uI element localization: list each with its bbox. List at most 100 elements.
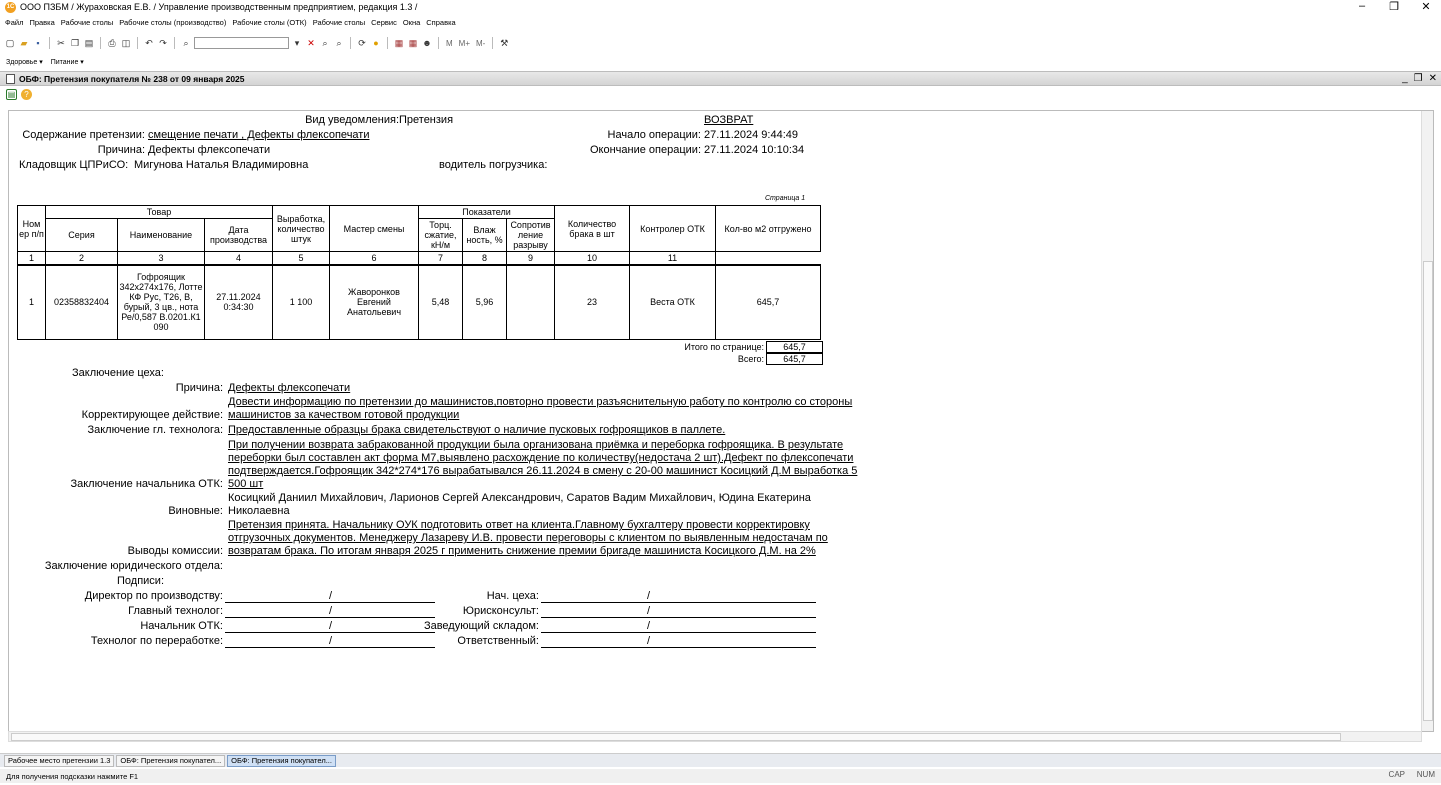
health-menu[interactable]: Здоровье ▾ xyxy=(6,58,43,66)
tools-icon[interactable]: ⚒ xyxy=(498,37,510,49)
toolbar-separator xyxy=(49,37,50,49)
print-preview-icon[interactable]: ◫ xyxy=(120,37,132,49)
document-title: ОБФ: Претензия покупателя № 238 от 09 ян… xyxy=(19,73,245,84)
open-folder-icon[interactable]: ▰ xyxy=(18,37,30,49)
menu-desktops-2[interactable]: Рабочие столы xyxy=(313,18,365,27)
doc-restore-button[interactable]: ❐ xyxy=(1414,73,1423,84)
col-header-moist: Влаж ность, % xyxy=(462,218,507,252)
close-button[interactable]: ✕ xyxy=(1419,0,1433,13)
total-value: 645,7 xyxy=(766,353,823,365)
undo-icon[interactable]: ↶ xyxy=(143,37,155,49)
cell-moist: 5,96 xyxy=(462,264,507,340)
sign-slash: / xyxy=(647,635,651,647)
cell-series: 02358832404 xyxy=(45,264,118,340)
task-claims-workplace[interactable]: Рабочее место претензии 1.3 xyxy=(4,754,115,767)
sign-responsible-label: Ответственный: xyxy=(457,635,539,647)
document-titlebar: ОБФ: Претензия покупателя № 238 от 09 ян… xyxy=(0,71,1441,86)
users-icon[interactable]: ☻ xyxy=(421,37,433,49)
sign-line xyxy=(541,647,816,648)
task-claim-doc-2[interactable]: ОБФ: Претензия покупател... xyxy=(227,754,336,767)
col-number: 3 xyxy=(117,251,205,266)
sign-slash: / xyxy=(647,590,651,602)
op-start-label: Начало операции: xyxy=(607,129,701,141)
cell-resist xyxy=(506,264,555,340)
print-report-icon[interactable]: ▤ xyxy=(6,89,17,100)
task-label: ОБФ: Претензия покупател... xyxy=(231,756,332,765)
claim-content-value: смещение печати , Дефекты флексопечати xyxy=(148,129,370,141)
sign-lawyer-label: Юрисконсульт: xyxy=(462,605,539,617)
storekeeper-value: Мигунова Наталья Владимировна xyxy=(134,159,309,171)
find-prev-icon[interactable]: ⌕ xyxy=(333,37,345,49)
status-bar: Для получения подсказки нажмите F1 CAP N… xyxy=(0,769,1441,783)
copy-icon[interactable]: ❐ xyxy=(69,37,81,49)
food-menu[interactable]: Питание ▾ xyxy=(51,58,84,66)
window-taskbar: Рабочее место претензии 1.3 ОБФ: Претенз… xyxy=(0,753,1441,767)
memory-plus-button[interactable]: M+ xyxy=(459,39,470,48)
technologist-value: Предоставленные образцы брака свидетельс… xyxy=(228,424,726,436)
save-icon[interactable]: ▪ xyxy=(32,37,44,49)
menu-windows[interactable]: Окна xyxy=(403,18,420,27)
menu-desktops[interactable]: Рабочие столы xyxy=(61,18,113,27)
scrollbar-thumb[interactable] xyxy=(11,733,1341,741)
redo-icon[interactable]: ↷ xyxy=(157,37,169,49)
doc-minimize-button[interactable]: _ xyxy=(1402,73,1408,84)
menu-edit[interactable]: Правка xyxy=(29,18,54,27)
sign-director-label: Директор по производству: xyxy=(84,590,223,602)
menu-service[interactable]: Сервис xyxy=(371,18,397,27)
menu-desktops-production[interactable]: Рабочие столы (производство) xyxy=(119,18,226,27)
claim-table: Ном ер п/п Товар Выработка, количество ш… xyxy=(17,205,821,340)
clear-search-icon[interactable]: ✕ xyxy=(305,37,317,49)
help-icon[interactable]: ? xyxy=(21,89,32,100)
paste-icon[interactable]: ▤ xyxy=(83,37,95,49)
storekeeper-label: Кладовщик ЦПРиСО: xyxy=(19,159,129,171)
refresh-icon[interactable]: ⟳ xyxy=(356,37,368,49)
col-header-goods: Товар xyxy=(45,205,273,219)
vertical-scrollbar[interactable] xyxy=(1421,111,1433,731)
cell-date: 27.11.2024 0:34:30 xyxy=(204,264,273,340)
otk-head-value: При получении возврата забракованной про… xyxy=(228,439,858,490)
return-label: ВОЗВРАТ xyxy=(704,114,754,126)
corrective-value: Довести информацию по претензии до машин… xyxy=(228,396,853,421)
cell-torc: 5,48 xyxy=(418,264,463,340)
commission-label: Выводы комиссии: xyxy=(127,545,223,557)
calendar-icon[interactable]: ▦ xyxy=(393,37,405,49)
col-header-defect: Количество брака в шт xyxy=(554,205,630,252)
sign-line xyxy=(541,632,816,633)
col-header-name: Наименование xyxy=(117,218,205,252)
menu-desktops-otk[interactable]: Рабочие столы (ОТК) xyxy=(232,18,306,27)
toolbar-separator xyxy=(100,37,101,49)
doc-close-button[interactable]: ✕ xyxy=(1429,73,1437,84)
search-icon[interactable]: ⌕ xyxy=(180,37,192,49)
memory-button[interactable]: M xyxy=(446,39,453,48)
menu-file[interactable]: Файл xyxy=(5,18,23,27)
sign-line xyxy=(225,617,435,618)
minimize-button[interactable]: – xyxy=(1355,0,1369,13)
menu-help[interactable]: Справка xyxy=(426,18,455,27)
restore-button[interactable]: ❐ xyxy=(1387,0,1401,13)
task-claim-doc-1[interactable]: ОБФ: Претензия покупател... xyxy=(116,754,226,767)
toolbar-separator xyxy=(174,37,175,49)
cut-icon[interactable]: ✂ xyxy=(55,37,67,49)
find-next-icon[interactable]: ⌕ xyxy=(319,37,331,49)
info-icon[interactable]: ● xyxy=(370,37,382,49)
search-input[interactable] xyxy=(194,37,289,49)
toolbar-separator xyxy=(492,37,494,49)
toolbar-separator xyxy=(350,37,351,49)
cell-shipped: 645,7 xyxy=(715,264,821,340)
col-header-torc: Торц. сжатие, кН/м xyxy=(418,218,463,252)
cell-name: Гофроящик 342х274х176, Лотте КФ Рус, Т26… xyxy=(117,264,205,340)
search-dropdown-icon[interactable]: ▾ xyxy=(291,37,303,49)
memory-minus-button[interactable]: M- xyxy=(476,39,485,48)
scrollbar-thumb[interactable] xyxy=(1423,261,1433,721)
calculator-icon[interactable]: ▦ xyxy=(407,37,419,49)
print-icon[interactable]: ⎙ xyxy=(106,37,118,49)
op-start-value: 27.11.2024 9:44:49 xyxy=(704,129,798,141)
col-number: 11 xyxy=(629,251,716,266)
col-number: 2 xyxy=(45,251,118,266)
col-header-num: Ном ер п/п xyxy=(17,205,46,252)
total-label: Всего: xyxy=(737,354,764,364)
col-number: 4 xyxy=(204,251,273,266)
horizontal-scrollbar[interactable] xyxy=(8,731,1422,742)
op-end-label: Окончание операции: xyxy=(590,144,701,156)
new-document-icon[interactable]: ▢ xyxy=(4,37,16,49)
